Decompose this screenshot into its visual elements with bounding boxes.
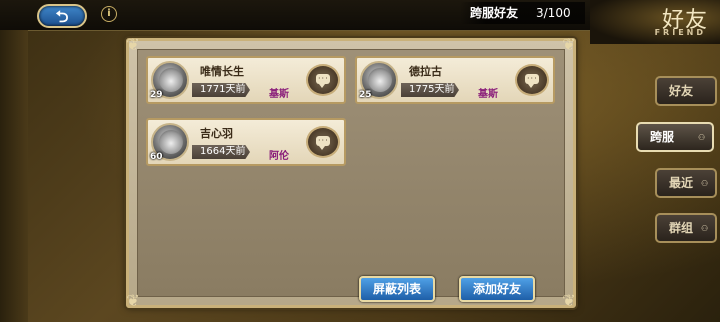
group-icon: ⚇	[701, 224, 709, 233]
page-title-en: FRIEND	[654, 28, 706, 37]
add-friend-button[interactable]: 添加好友	[459, 276, 535, 302]
friend-name: 唯情长生	[200, 65, 244, 78]
friend-server: 基斯	[478, 89, 498, 100]
chat-button[interactable]: ···	[306, 64, 340, 96]
block-list-button[interactable]: 屏蔽列表	[359, 276, 435, 302]
friend-card[interactable]: 29 唯情长生 1771天前 基斯 ···	[146, 56, 346, 104]
tab-label: 跨服	[650, 130, 675, 144]
avatar-portrait-icon	[368, 68, 392, 92]
group-icon: ⚇	[698, 133, 706, 142]
tab-label: 群组	[669, 221, 694, 235]
chat-button[interactable]: ···	[515, 64, 549, 96]
tab-groups[interactable]: 群组 ⚇	[655, 213, 717, 243]
info-icon[interactable]: i	[101, 6, 117, 22]
chat-button[interactable]: ···	[306, 126, 340, 158]
friend-counter: 跨服好友 3/100	[460, 2, 585, 24]
friend-card[interactable]: 25 德拉古 1775天前 基斯 ···	[355, 56, 555, 104]
group-icon: ⚇	[701, 179, 709, 188]
tab-label: 好友	[669, 84, 694, 98]
tab-friends[interactable]: 好友	[655, 76, 717, 106]
corner-ornament-icon: ❦	[126, 35, 140, 54]
friend-name: 吉心羽	[200, 127, 233, 140]
last-online-badge: 1771天前	[192, 83, 250, 97]
back-button[interactable]: ⮌	[37, 4, 87, 28]
friend-server: 阿伦	[269, 151, 289, 162]
corner-ornament-icon: ❦	[126, 291, 140, 310]
page-title-emblem: 好友 FRIEND	[590, 0, 720, 44]
friend-level: 25	[359, 90, 372, 100]
friend-level: 60	[150, 152, 163, 162]
tab-cross-server[interactable]: 跨服 ⚇	[636, 122, 714, 152]
avatar-portrait-icon	[159, 68, 183, 92]
back-arrow-icon: ⮌	[55, 7, 69, 26]
tab-label: 最近	[669, 176, 694, 190]
friend-card[interactable]: 60 吉心羽 1664天前 阿伦 ···	[146, 118, 346, 166]
last-online-badge: 1775天前	[401, 83, 459, 97]
friend-level: 29	[150, 90, 163, 100]
left-ornament	[0, 30, 28, 322]
corner-ornament-icon: ❦	[562, 35, 576, 54]
avatar-portrait-icon	[159, 130, 183, 154]
friend-server: 基斯	[269, 89, 289, 100]
friend-name: 德拉古	[409, 65, 442, 78]
last-online-badge: 1664天前	[192, 145, 250, 159]
counter-label: 跨服好友	[470, 6, 519, 20]
corner-ornament-icon: ❦	[562, 291, 576, 310]
counter-value: 3/100	[536, 6, 571, 20]
tab-recent[interactable]: 最近 ⚇	[655, 168, 717, 198]
